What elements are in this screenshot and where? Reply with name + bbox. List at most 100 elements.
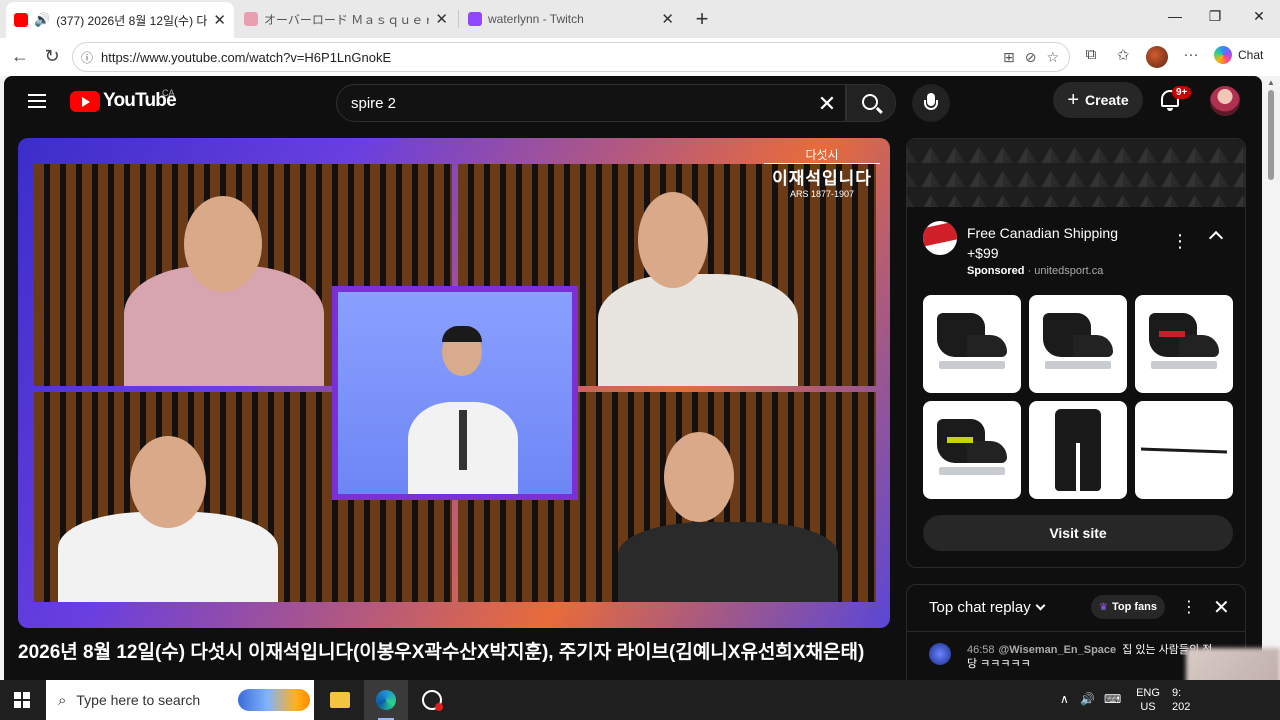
voice-search-button[interactable]: [912, 84, 950, 122]
volume-icon[interactable]: 🔊: [1080, 692, 1095, 706]
favorite-star-icon[interactable]: ☆: [1046, 49, 1059, 66]
url-text[interactable]: https://www.youtube.com/watch?v=H6P1LnGn…: [101, 50, 391, 65]
favorites-icon[interactable]: ✩: [1112, 46, 1134, 64]
clear-search-icon[interactable]: ✕: [815, 91, 839, 117]
restore-button[interactable]: ❐: [1200, 8, 1230, 25]
sponsored-label: Sponsored: [967, 265, 1025, 277]
ad-more-options-icon[interactable]: ⋮: [1171, 231, 1189, 252]
product-tile[interactable]: [1029, 295, 1127, 393]
speaker-head: [638, 192, 708, 288]
microphone-stand: [924, 100, 938, 110]
search-input[interactable]: spire 2 ✕: [336, 84, 846, 122]
chat-mode-dropdown[interactable]: Top chat replay: [929, 599, 1046, 616]
search-button[interactable]: [846, 84, 896, 122]
speaker-head: [130, 436, 206, 528]
copilot-icon: [1214, 46, 1232, 64]
anchor-hair: [442, 326, 482, 342]
top-fans-button[interactable]: ♛ Top fans: [1091, 595, 1165, 619]
region-code: CA: [162, 88, 175, 98]
product-tile[interactable]: [923, 295, 1021, 393]
video-title: 2026년 8월 12일(수) 다섯시 이재석입니다(이봉우X곽수산X박지훈),…: [18, 642, 865, 663]
new-tab-button[interactable]: +: [690, 6, 714, 32]
watermark-line3: ARS 1877-1907: [789, 189, 855, 199]
browser-toolbar: ← ↻ ⓘ https://www.youtube.com/watch?v=H6…: [0, 38, 1280, 76]
menu-icon[interactable]: [28, 94, 46, 112]
file-explorer-button[interactable]: [318, 680, 362, 720]
keyboard-icon[interactable]: ⌨: [1104, 692, 1121, 706]
chat-more-options-icon[interactable]: ⋮: [1181, 597, 1197, 617]
tracking-prevention-icon[interactable]: ⊘: [1025, 49, 1037, 66]
video-player[interactable]: 다섯시 이재석입니다 ARS 1877-1907: [18, 138, 890, 628]
clock-app-button[interactable]: [410, 680, 454, 720]
speaker-icon[interactable]: 🔊: [34, 12, 50, 28]
edge-taskbar-button[interactable]: [364, 680, 408, 720]
chat-mode-label: Top chat replay: [929, 599, 1031, 616]
taskbar-search-box[interactable]: ⌕ Type here to search: [46, 680, 314, 720]
watermark-line2: 이재석입니다: [772, 169, 872, 188]
visit-site-button[interactable]: Visit site: [923, 515, 1233, 551]
tab-youtube[interactable]: 🔊 (377) 2026년 8월 12일(수) 다섯 ✕: [6, 2, 234, 38]
watermark-line1: 다섯시: [764, 146, 880, 164]
taskbar-search-placeholder[interactable]: Type here to search: [76, 692, 200, 708]
input-language[interactable]: ENG US: [1136, 686, 1160, 714]
minimize-button[interactable]: —: [1160, 8, 1190, 24]
skate-image: [937, 313, 1007, 371]
close-tab-icon[interactable]: ✕: [661, 10, 674, 28]
app-available-icon[interactable]: ⊞: [1003, 49, 1015, 66]
ad-headline[interactable]: Free Canadian Shipping +$99: [967, 223, 1147, 263]
ad-banner[interactable]: [907, 139, 1245, 207]
copilot-chat-button[interactable]: Chat: [1214, 46, 1263, 64]
chat-divider: [907, 631, 1245, 632]
chat-user-avatar[interactable]: [929, 643, 951, 665]
windows-start-icon[interactable]: [14, 692, 30, 708]
plus-icon: +: [1067, 88, 1080, 111]
product-tile[interactable]: [1029, 401, 1127, 499]
speaker-figure: [618, 522, 838, 602]
page-scrollbar[interactable]: ▲: [1262, 76, 1280, 680]
collapse-chevron-icon[interactable]: [1209, 229, 1223, 243]
close-window-button[interactable]: ✕: [1244, 8, 1274, 25]
ad-domain: unitedsport.ca: [1034, 265, 1104, 277]
scrollbar-thumb[interactable]: [1268, 90, 1274, 180]
close-tab-icon[interactable]: ✕: [213, 11, 226, 29]
refresh-icon[interactable]: ↻: [40, 46, 64, 67]
site-favicon-icon: [244, 12, 258, 26]
chat-message-text: 46:58 @Wiseman_En_Space 집 있는 사람들의 정당 ㅋㅋㅋㅋㅋ: [967, 643, 1217, 671]
more-options-icon[interactable]: ···: [1180, 46, 1202, 63]
close-chat-icon[interactable]: ✕: [1213, 595, 1230, 620]
clock-date: 202: [1172, 701, 1191, 713]
scroll-up-icon[interactable]: ▲: [1267, 78, 1275, 87]
extensions-icon[interactable]: ⧉: [1080, 46, 1102, 63]
system-clock[interactable]: 9: 202: [1172, 686, 1190, 714]
address-bar[interactable]: ⓘ https://www.youtube.com/watch?v=H6P1Ln…: [72, 42, 1070, 72]
tab-title: オーバーロード Ｍａｓｑｕｅｒａｄ: [264, 12, 430, 27]
show-hidden-icons-icon[interactable]: ∧: [1060, 692, 1069, 706]
clock-icon: [422, 690, 443, 711]
product-tile[interactable]: [1135, 401, 1233, 499]
speaker-head: [664, 432, 734, 522]
search-query[interactable]: spire 2: [351, 95, 396, 112]
tab-twitch[interactable]: waterlynn - Twitch ✕: [460, 4, 682, 34]
create-button[interactable]: + Create: [1053, 82, 1143, 118]
search-highlight-icon[interactable]: [238, 689, 310, 711]
back-arrow-icon[interactable]: ←: [8, 46, 32, 67]
twitch-favicon-icon: [468, 12, 482, 26]
product-tile[interactable]: [1135, 295, 1233, 393]
skate-image: [937, 419, 1007, 477]
windows-taskbar: ⌕ Type here to search ∧ 🔊 ⌨ ENG US 9: 20…: [0, 680, 1280, 720]
close-tab-icon[interactable]: ✕: [435, 10, 448, 28]
advertiser-logo[interactable]: [923, 221, 957, 255]
site-info-icon[interactable]: ⓘ: [73, 49, 101, 66]
tab-title: waterlynn - Twitch: [488, 12, 584, 26]
search-icon: ⌕: [58, 691, 67, 709]
speaker-figure: [598, 274, 798, 386]
product-tile[interactable]: [923, 401, 1021, 499]
chat-username[interactable]: @Wiseman_En_Space: [999, 644, 1117, 656]
browser-profile-avatar[interactable]: [1146, 46, 1168, 68]
youtube-logo[interactable]: YouTube CA: [70, 88, 177, 112]
account-avatar[interactable]: [1210, 86, 1240, 116]
tab-overlord[interactable]: オーバーロード Ｍａｓｑｕｅｒａｄ ✕: [236, 4, 456, 34]
hockey-pants-image: [1055, 409, 1101, 491]
skate-image: [1043, 313, 1113, 371]
keyboard-region: US: [1140, 701, 1156, 713]
